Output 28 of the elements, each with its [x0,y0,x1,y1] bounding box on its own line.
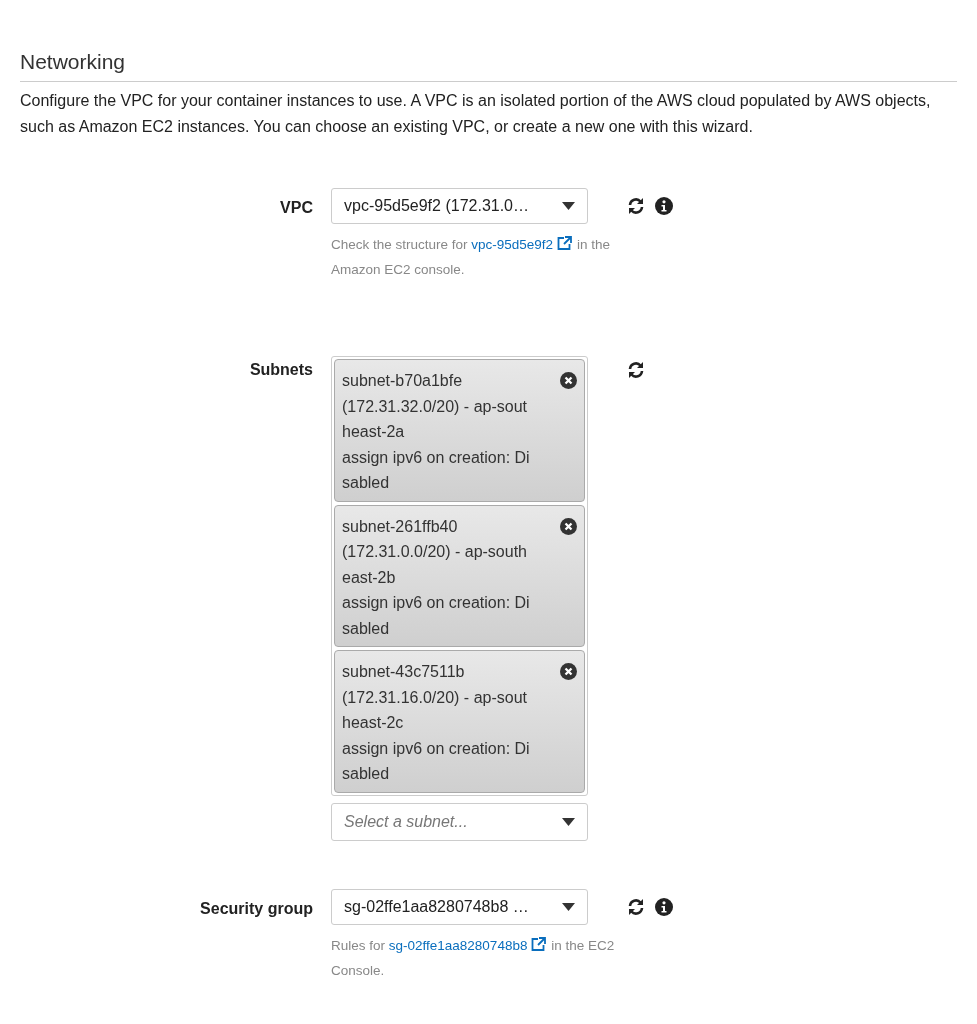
help-text: Check the structure for vpc-95d5e9f2 in the Amazon EC2 console. [331,235,611,279]
refresh-icon[interactable] [627,897,645,916]
remove-icon[interactable] [560,517,577,535]
remove-icon[interactable] [560,372,577,389]
section-description: Configure the VPC for your container instances to use. A VPC is an isolated portion of the AWS cloud populated by AWS objects, such as Amazon EC2 instances. You can choose an existing VPC, or create a new one with this wizard. [20,91,932,137]
subnet-tag[interactable]: subnet-261ffb40 (172.31.0.0/20) - ap-south east-2b assign ipv6 on creation: Di sabled [334,504,585,647]
subnet-dropdown[interactable]: Select a subnet... [331,802,588,841]
caret-icon [562,817,575,826]
field-label: Subnets [248,360,314,379]
caret-icon [562,902,575,911]
dropdown[interactable]: vpc-95d5e9f2 (172.31.0… [331,188,588,224]
remove-icon[interactable] [560,663,577,680]
refresh-icon[interactable] [627,361,645,379]
console-link[interactable]: vpc-95d5e9f2 [471,237,574,252]
console-link[interactable]: sg-02ffe1aa8280748b8 [388,937,548,953]
refresh-icon[interactable] [627,197,645,215]
field-label: Security group [199,898,314,918]
subnet-tag[interactable]: subnet-43c7511b (172.31.16.0/20) - ap-sout heast-2c assign ipv6 on creation: Di sabled [334,650,585,793]
info-icon[interactable] [655,897,673,916]
dropdown[interactable]: sg-02ffe1aa8280748b8 … [331,888,588,925]
field-label: VPC [279,198,314,217]
external-link-icon [530,936,548,952]
subnet-tag[interactable]: subnet-b70a1bfe (172.31.32.0/20) - ap-sout heast-2a assign ipv6 on creation: Di sabled [334,359,585,502]
info-icon[interactable] [655,197,673,215]
section-title: Networking [20,50,957,82]
caret-icon [562,202,575,210]
external-link-icon [556,236,574,251]
help-text: Rules for sg-02ffe1aa8280748b8 in the EC2 Console. [331,935,616,980]
